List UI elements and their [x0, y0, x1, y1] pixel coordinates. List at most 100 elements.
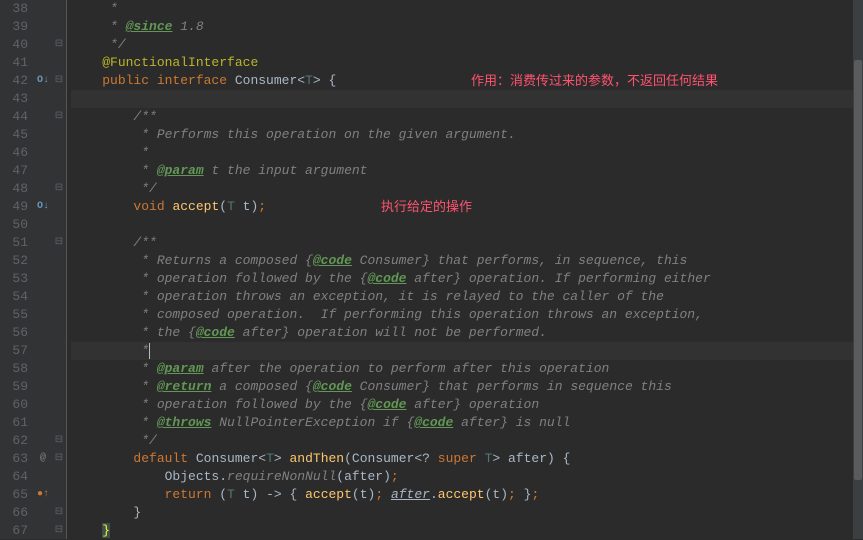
code-line[interactable]: * composed operation. If performing this… [71, 306, 863, 324]
token-comment: a composed { [211, 379, 312, 394]
fold-toggle-icon[interactable]: ⊟ [52, 432, 66, 450]
line-number[interactable]: 58 [0, 360, 34, 378]
line-number[interactable]: 47 [0, 162, 34, 180]
token-comment: after [235, 325, 282, 340]
line-number[interactable]: 59 [0, 378, 34, 396]
line-number[interactable]: 54 [0, 288, 34, 306]
line-number[interactable]: 55 [0, 306, 34, 324]
override-marker-icon[interactable]: ●↑ [34, 486, 52, 504]
line-number[interactable]: 45 [0, 126, 34, 144]
code-line[interactable]: * Returns a composed {@code Consumer} th… [71, 252, 863, 270]
code-line[interactable]: } [71, 522, 863, 540]
line-number[interactable]: 66 [0, 504, 34, 522]
gutter-row: 60 [0, 396, 66, 414]
code-line[interactable]: * operation followed by the {@code after… [71, 270, 863, 288]
token-comment: that performs in sequence this [430, 379, 672, 394]
fold-toggle-icon[interactable]: ⊟ [52, 72, 66, 90]
token-param: after [344, 469, 383, 484]
gutter-row: 42O↓⊟ [0, 72, 66, 90]
token-brace: ( [336, 469, 344, 484]
code-line[interactable]: * @param t the input argument [71, 162, 863, 180]
code-line[interactable]: * @since 1.8 [71, 18, 863, 36]
line-number[interactable]: 63 [0, 450, 34, 468]
line-number[interactable]: 51 [0, 234, 34, 252]
code-editor[interactable]: 383940⊟4142O↓⊟4344⊟45464748⊟49O↓5051⊟525… [0, 0, 863, 539]
code-line[interactable]: */ [71, 36, 863, 54]
token-brace: > [274, 451, 290, 466]
line-number[interactable]: 56 [0, 324, 34, 342]
token-comment: Consumer [352, 379, 422, 394]
code-line[interactable] [71, 90, 863, 108]
gutter-row: 41 [0, 54, 66, 72]
fold-toggle-icon[interactable]: ⊟ [52, 522, 66, 540]
code-line[interactable]: * @return a composed {@code Consumer} th… [71, 378, 863, 396]
code-line[interactable]: } [71, 504, 863, 522]
line-number[interactable]: 40 [0, 36, 34, 54]
code-line[interactable]: * @param after the operation to perform … [71, 360, 863, 378]
code-line[interactable]: Objects.requireNonNull(after); [71, 468, 863, 486]
impl-marker-icon[interactable]: O↓ [34, 198, 52, 216]
code-line[interactable]: default Consumer<T> andThen(Consumer<? s… [71, 450, 863, 468]
line-number[interactable]: 62 [0, 432, 34, 450]
line-number[interactable]: 44 [0, 108, 34, 126]
line-number[interactable]: 42 [0, 72, 34, 90]
line-number[interactable]: 57 [0, 342, 34, 360]
fold-toggle-icon[interactable]: ⊟ [52, 180, 66, 198]
line-number[interactable]: 61 [0, 414, 34, 432]
line-number[interactable]: 41 [0, 54, 34, 72]
code-line[interactable]: * [71, 0, 863, 18]
line-number[interactable]: 60 [0, 396, 34, 414]
at-marker-icon[interactable]: @ [34, 450, 52, 468]
line-number[interactable]: 43 [0, 90, 34, 108]
code-line[interactable]: return (T t) -> { accept(t); after.accep… [71, 486, 863, 504]
fold-toggle-icon[interactable]: ⊟ [52, 108, 66, 126]
code-line[interactable] [71, 216, 863, 234]
code-area[interactable]: * * @since 1.8 */ @FunctionalInterface p… [66, 0, 863, 539]
line-number[interactable]: 50 [0, 216, 34, 234]
code-line[interactable]: * operation throws an exception, it is r… [71, 288, 863, 306]
code-line[interactable]: @FunctionalInterface [71, 54, 863, 72]
code-line[interactable]: * Performs this operation on the given a… [71, 126, 863, 144]
fold-toggle-icon[interactable]: ⊟ [52, 234, 66, 252]
token-type: Consumer [352, 451, 414, 466]
code-line[interactable]: * operation followed by the {@code after… [71, 396, 863, 414]
token-brace: > [313, 73, 329, 88]
impl-marker-icon[interactable]: O↓ [34, 72, 52, 90]
line-number[interactable]: 53 [0, 270, 34, 288]
token-comment: * operation followed by the { [141, 397, 367, 412]
token-comment: operation will not be performed. [289, 325, 546, 340]
token-brace: ( [219, 487, 227, 502]
token-brace: < [297, 73, 305, 88]
line-number[interactable]: 48 [0, 180, 34, 198]
line-number[interactable]: 38 [0, 0, 34, 18]
code-line[interactable]: */ [71, 180, 863, 198]
code-line[interactable]: void accept(T t);执行给定的操作 [71, 198, 863, 216]
gutter-row: 57 [0, 342, 66, 360]
fold-toggle-icon[interactable]: ⊟ [52, 504, 66, 522]
vertical-scrollbar[interactable] [853, 0, 863, 539]
line-number[interactable]: 65 [0, 486, 34, 504]
code-line[interactable]: * [71, 342, 863, 360]
code-line[interactable]: /** [71, 108, 863, 126]
line-number[interactable]: 49 [0, 198, 34, 216]
gutter-row: 54 [0, 288, 66, 306]
scroll-thumb[interactable] [854, 60, 862, 480]
line-number[interactable]: 52 [0, 252, 34, 270]
code-line[interactable]: public interface Consumer<T> {作用：消费传过来的参… [71, 72, 863, 90]
code-line[interactable]: */ [71, 432, 863, 450]
line-number[interactable]: 67 [0, 522, 34, 540]
code-line[interactable]: /** [71, 234, 863, 252]
code-line[interactable]: * the {@code after} operation will not b… [71, 324, 863, 342]
token-comment: Consumer [352, 253, 422, 268]
code-line[interactable]: * @throws NullPointerException if {@code… [71, 414, 863, 432]
line-number[interactable]: 64 [0, 468, 34, 486]
fold-toggle-icon[interactable]: ⊟ [52, 36, 66, 54]
gutter: 383940⊟4142O↓⊟4344⊟45464748⊟49O↓5051⊟525… [0, 0, 66, 539]
line-number[interactable]: 46 [0, 144, 34, 162]
code-line[interactable]: * [71, 144, 863, 162]
line-number[interactable]: 39 [0, 18, 34, 36]
gutter-row: 64 [0, 468, 66, 486]
token-doctag: @code [367, 397, 406, 412]
token-plain [71, 523, 102, 538]
fold-toggle-icon[interactable]: ⊟ [52, 450, 66, 468]
